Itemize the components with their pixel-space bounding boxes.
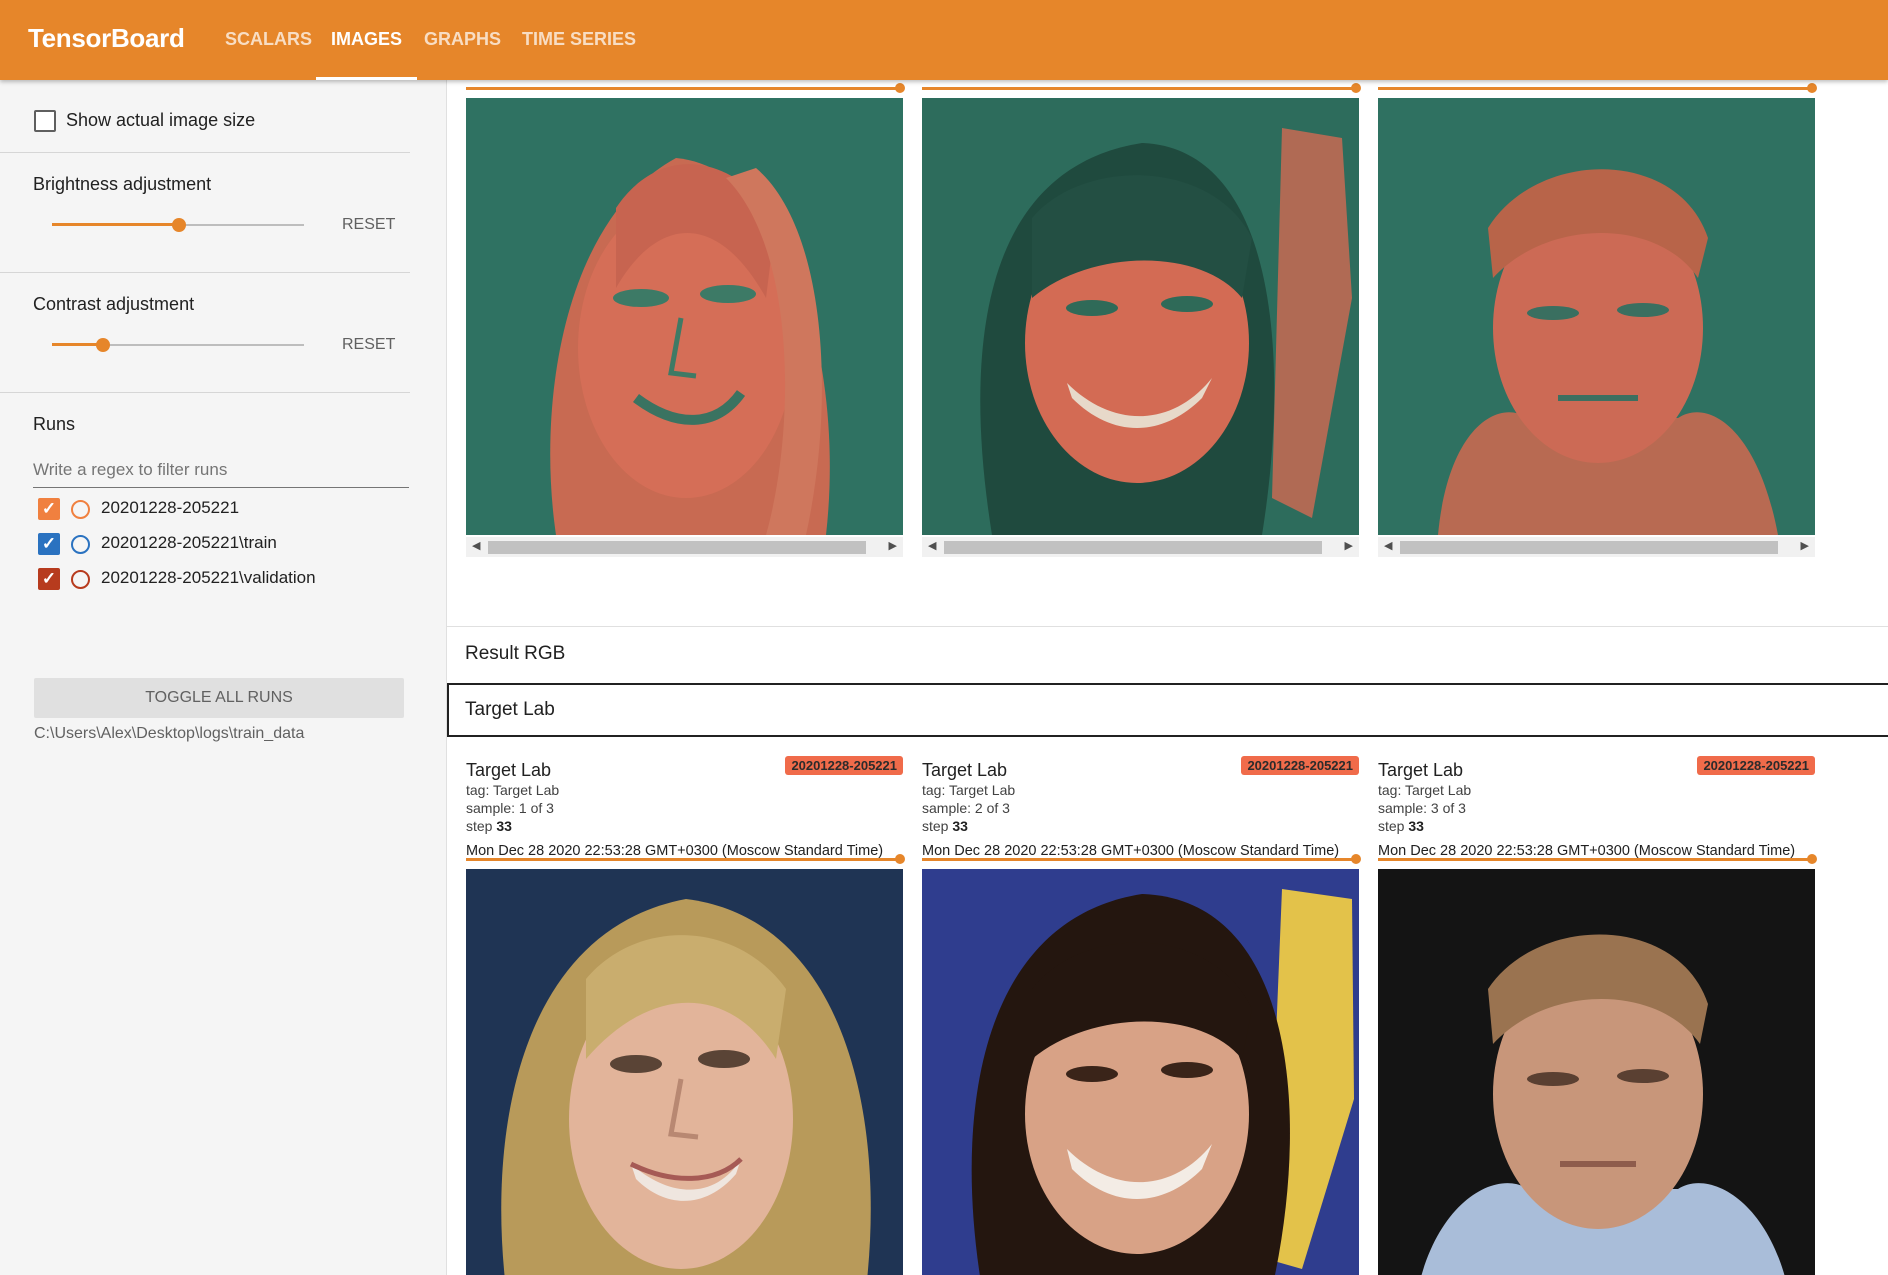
toggle-all-runs-button[interactable]: TOGGLE ALL RUNS bbox=[34, 678, 404, 718]
brightness-slider-thumb[interactable] bbox=[172, 218, 186, 232]
sample-image bbox=[1378, 98, 1815, 535]
run-color-radio[interactable] bbox=[71, 535, 90, 554]
sample-label: sample: 1 of 3 bbox=[466, 800, 554, 816]
tag-label: tag: Target Lab bbox=[466, 782, 560, 798]
card-title: Target Lab bbox=[922, 760, 1008, 780]
scroll-left-icon[interactable]: ◀ bbox=[1384, 539, 1392, 552]
scrollbar-thumb[interactable] bbox=[944, 541, 1322, 554]
scroll-right-icon[interactable]: ▶ bbox=[1345, 539, 1353, 552]
tab-images[interactable]: IMAGES bbox=[316, 0, 418, 80]
card-title: Target Lab bbox=[466, 760, 552, 780]
app-title: TensorBoard bbox=[28, 23, 185, 53]
step-slider[interactable] bbox=[466, 87, 896, 90]
run-color-radio[interactable] bbox=[71, 500, 90, 519]
scrollbar-thumb[interactable] bbox=[488, 541, 866, 554]
timestamp: Mon Dec 28 2020 22:53:28 GMT+0300 (Mosco… bbox=[1378, 843, 1796, 859]
run-badge: 20201228-205221 bbox=[1697, 756, 1815, 775]
contrast-label: Contrast adjustment bbox=[33, 294, 195, 314]
sample-image bbox=[466, 869, 903, 1275]
scroll-left-icon[interactable]: ◀ bbox=[928, 539, 936, 552]
card-title: Target Lab bbox=[1378, 760, 1464, 780]
step-label: step 33 bbox=[922, 818, 968, 834]
timestamp: Mon Dec 28 2020 22:53:28 GMT+0300 (Mosco… bbox=[466, 843, 884, 859]
run-checkbox[interactable]: ✓ bbox=[38, 533, 60, 555]
contrast-section: Contrast adjustment RESET bbox=[0, 272, 410, 393]
scroll-right-icon[interactable]: ▶ bbox=[889, 539, 897, 552]
scroll-left-icon[interactable]: ◀ bbox=[472, 539, 480, 552]
step-slider-thumb[interactable] bbox=[895, 83, 905, 93]
brightness-label: Brightness adjustment bbox=[33, 174, 212, 194]
run-label: 20201228-205221\validation bbox=[101, 568, 316, 587]
sample-image bbox=[922, 869, 1359, 1275]
step-slider-thumb[interactable] bbox=[895, 854, 905, 864]
scrollbar-thumb[interactable] bbox=[1400, 541, 1778, 554]
step-slider-thumb[interactable] bbox=[1351, 854, 1361, 864]
show-actual-size-section: Show actual image size bbox=[0, 80, 410, 153]
run-badge: 20201228-205221 bbox=[785, 756, 903, 775]
tab-scalars[interactable]: SCALARS bbox=[210, 0, 327, 80]
tag-label: tag: Target Lab bbox=[1378, 782, 1472, 798]
brightness-section: Brightness adjustment RESET bbox=[0, 152, 410, 273]
run-badge: 20201228-205221 bbox=[1241, 756, 1359, 775]
step-label: step 33 bbox=[1378, 818, 1424, 834]
run-label: 20201228-205221 bbox=[101, 498, 240, 517]
tab-time-series[interactable]: TIME SERIES bbox=[507, 0, 651, 80]
step-slider-thumb[interactable] bbox=[1807, 83, 1817, 93]
scroll-right-icon[interactable]: ▶ bbox=[1801, 539, 1809, 552]
step-slider[interactable] bbox=[466, 858, 896, 861]
timestamp: Mon Dec 28 2020 22:53:28 GMT+0300 (Mosco… bbox=[922, 843, 1340, 859]
top-app-bar: TensorBoard SCALARS IMAGES GRAPHS TIME S… bbox=[0, 0, 1888, 80]
sample-image bbox=[466, 98, 903, 535]
sample-label: sample: 3 of 3 bbox=[1378, 800, 1466, 816]
sample-image bbox=[1378, 869, 1815, 1275]
step-slider-thumb[interactable] bbox=[1351, 83, 1361, 93]
step-slider[interactable] bbox=[922, 858, 1352, 861]
run-label: 20201228-205221\train bbox=[101, 533, 277, 552]
step-slider-thumb[interactable] bbox=[1807, 854, 1817, 864]
step-label: step 33 bbox=[466, 818, 512, 834]
step-slider[interactable] bbox=[1378, 87, 1808, 90]
step-slider[interactable] bbox=[922, 87, 1352, 90]
tab-graphs[interactable]: GRAPHS bbox=[409, 0, 516, 80]
run-color-radio[interactable] bbox=[71, 570, 90, 589]
image-horizontal-scrollbar[interactable]: ◀ ▶ bbox=[1378, 537, 1815, 557]
show-actual-size-label: Show actual image size bbox=[66, 110, 256, 130]
image-horizontal-scrollbar[interactable]: ◀ ▶ bbox=[466, 537, 903, 557]
run-checkbox[interactable]: ✓ bbox=[38, 498, 60, 520]
brightness-reset-button[interactable]: RESET bbox=[342, 216, 395, 234]
sample-image bbox=[922, 98, 1359, 535]
image-horizontal-scrollbar[interactable]: ◀ ▶ bbox=[922, 537, 1359, 557]
log-directory-path: C:\Users\Alex\Desktop\logs\train_data bbox=[34, 725, 305, 742]
brightness-slider-fill bbox=[52, 223, 179, 226]
run-filter-input[interactable] bbox=[33, 453, 409, 488]
sample-label: sample: 2 of 3 bbox=[922, 800, 1010, 816]
contrast-reset-button[interactable]: RESET bbox=[342, 336, 395, 354]
tag-label: tag: Target Lab bbox=[922, 782, 1016, 798]
section-header-result-rgb[interactable]: Result RGB bbox=[447, 627, 1888, 681]
contrast-slider-thumb[interactable] bbox=[96, 338, 110, 352]
section-header-target-lab[interactable]: Target Lab bbox=[447, 683, 1888, 737]
main-content: ◀ ▶ ◀ ▶ ◀ ▶ Result RGB Target Lab Target… bbox=[447, 80, 1888, 1275]
sidebar: Show actual image size Brightness adjust… bbox=[0, 80, 447, 1275]
runs-heading: Runs bbox=[33, 414, 76, 434]
run-checkbox[interactable]: ✓ bbox=[38, 568, 60, 590]
show-actual-size-checkbox[interactable] bbox=[34, 110, 56, 132]
step-slider[interactable] bbox=[1378, 858, 1808, 861]
